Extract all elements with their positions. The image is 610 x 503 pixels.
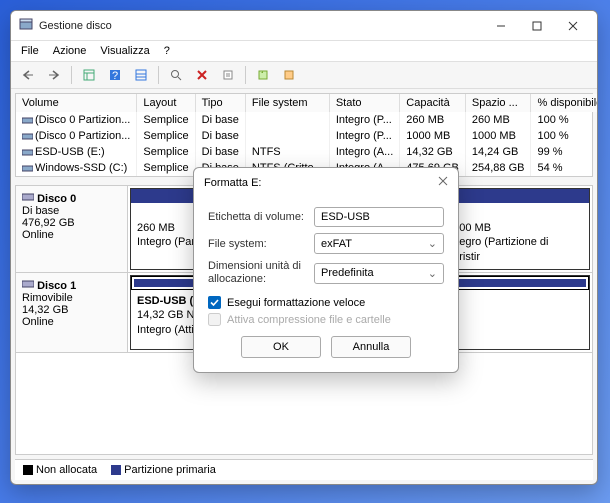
col-layout[interactable]: Layout xyxy=(137,94,195,112)
menu-view[interactable]: Visualizza xyxy=(100,45,149,57)
volume-row[interactable]: (Disco 0 Partizion...SempliceDi baseInte… xyxy=(16,112,598,128)
dialog-title: Formatta E: xyxy=(204,177,261,189)
col-status[interactable]: Stato xyxy=(329,94,399,112)
settings-icon[interactable] xyxy=(278,65,300,85)
ok-button[interactable]: OK xyxy=(241,336,321,358)
help-icon[interactable]: ? xyxy=(104,65,126,85)
filesystem-select[interactable]: exFAT⌄ xyxy=(314,233,444,254)
volume-list: Volume Layout Tipo File system Stato Cap… xyxy=(15,93,593,177)
compress-checkbox: Attiva compressione file e cartelle xyxy=(208,313,444,326)
cancel-button[interactable]: Annulla xyxy=(331,336,411,358)
close-button[interactable] xyxy=(555,12,591,40)
refresh-icon[interactable] xyxy=(252,65,274,85)
col-filesystem[interactable]: File system xyxy=(245,94,329,112)
separator xyxy=(71,66,72,84)
volume-row[interactable]: (Disco 0 Partizion...SempliceDi baseInte… xyxy=(16,128,598,144)
menu-help[interactable]: ? xyxy=(164,45,170,57)
view-icon[interactable] xyxy=(78,65,100,85)
forward-button[interactable] xyxy=(43,65,65,85)
list-icon[interactable] xyxy=(130,65,152,85)
disk-type: Rimovibile xyxy=(22,292,73,304)
toolbar: ? xyxy=(11,62,597,89)
delete-icon[interactable] xyxy=(191,65,213,85)
legend: Non allocata Partizione primaria xyxy=(15,459,593,480)
col-capacity[interactable]: Capacità xyxy=(400,94,466,112)
allocation-select[interactable]: Predefinita⌄ xyxy=(314,263,444,284)
disk-status: Online xyxy=(22,316,54,328)
volume-row[interactable]: ESD-USB (E:)SempliceDi baseNTFSIntegro (… xyxy=(16,144,598,160)
separator xyxy=(158,66,159,84)
window-title: Gestione disco xyxy=(39,20,483,32)
maximize-button[interactable] xyxy=(519,12,555,40)
svg-text:?: ? xyxy=(112,70,118,81)
partition[interactable]: 1000 MBIntegro (Partizione di ripristir xyxy=(440,188,590,270)
disk-type: Di base xyxy=(22,205,59,217)
minimize-button[interactable] xyxy=(483,12,519,40)
volume-label-label: Etichetta di volume: xyxy=(208,211,314,223)
titlebar: Gestione disco xyxy=(11,11,597,41)
chevron-down-icon: ⌄ xyxy=(428,267,437,280)
separator xyxy=(245,66,246,84)
properties-icon[interactable] xyxy=(217,65,239,85)
search-icon[interactable] xyxy=(165,65,187,85)
col-percent[interactable]: % disponibile xyxy=(531,94,598,112)
column-headers: Volume Layout Tipo File system Stato Cap… xyxy=(16,94,598,112)
volume-label-input[interactable]: ESD-USB xyxy=(314,207,444,227)
disk-title: Disco 1 xyxy=(37,280,76,292)
app-icon xyxy=(19,17,33,34)
disk-info[interactable]: Disco 0 Di base 476,92 GB Online xyxy=(16,186,128,272)
menu-file[interactable]: File xyxy=(21,45,39,57)
disk-status: Online xyxy=(22,229,54,241)
legend-swatch-unallocated xyxy=(23,465,33,475)
allocation-label: Dimensioni unità di allocazione: xyxy=(208,260,314,286)
format-dialog: Formatta E: Etichetta di volume: ESD-USB… xyxy=(193,167,459,373)
disk-icon xyxy=(22,193,34,205)
filesystem-label: File system: xyxy=(208,238,314,250)
disk-icon xyxy=(22,280,34,292)
dialog-close-button[interactable] xyxy=(438,176,448,189)
menubar: File Azione Visualizza ? xyxy=(11,41,597,62)
disk-size: 476,92 GB xyxy=(22,217,75,229)
back-button[interactable] xyxy=(17,65,39,85)
disk-info[interactable]: Disco 1 Rimovibile 14,32 GB Online xyxy=(16,273,128,352)
menu-action[interactable]: Azione xyxy=(53,45,87,57)
quick-format-checkbox[interactable]: Esegui formattazione veloce xyxy=(208,296,444,309)
disk-size: 14,32 GB xyxy=(22,304,68,316)
col-type[interactable]: Tipo xyxy=(195,94,245,112)
disk-title: Disco 0 xyxy=(37,193,76,205)
col-free[interactable]: Spazio ... xyxy=(465,94,531,112)
chevron-down-icon: ⌄ xyxy=(428,237,437,250)
legend-swatch-primary xyxy=(111,465,121,475)
col-volume[interactable]: Volume xyxy=(16,94,137,112)
